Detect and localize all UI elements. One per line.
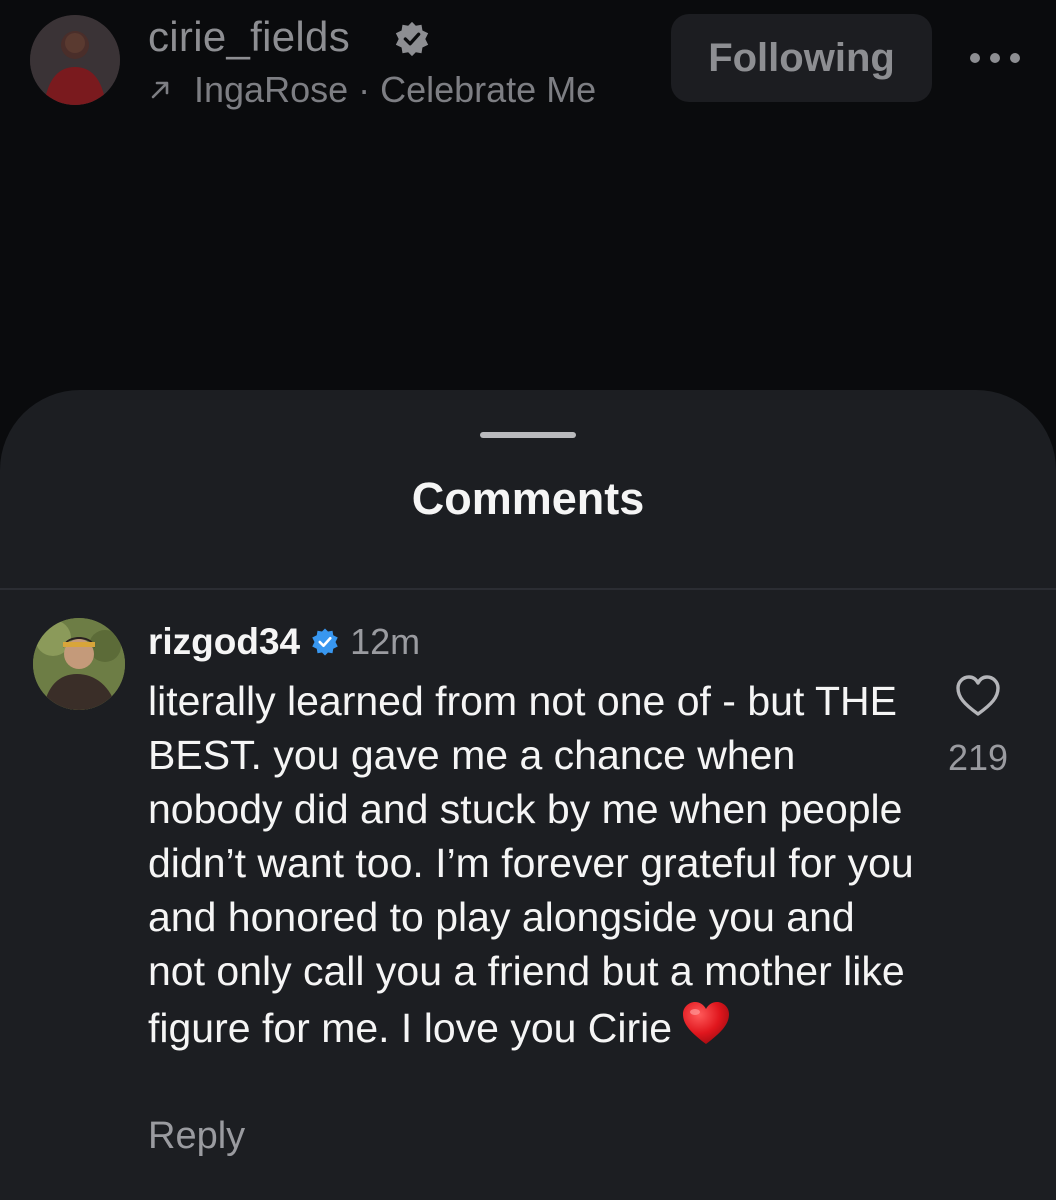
sheet-divider	[0, 588, 1056, 590]
post-audio-text: IngaRose · Celebrate Me	[194, 69, 597, 110]
following-button[interactable]: Following	[671, 14, 932, 102]
post-author-avatar[interactable]	[30, 15, 120, 105]
sheet-grabber-handle[interactable]	[480, 432, 576, 438]
ellipsis-icon[interactable]	[970, 48, 1020, 68]
commenter-avatar[interactable]	[33, 618, 125, 710]
comment-text: literally learned from not one of - but …	[148, 678, 914, 1051]
heart-outline-icon[interactable]	[955, 674, 1001, 718]
post-audio-line[interactable]: IngaRose · Celebrate Me	[148, 68, 596, 112]
commenter-username[interactable]: rizgod34	[148, 621, 300, 663]
post-header: cirie_fields IngaRose · Celebrate Me Fol…	[0, 0, 1056, 130]
post-author-username[interactable]: cirie_fields	[148, 12, 350, 62]
verified-badge-icon	[395, 21, 429, 57]
comment-body: literally learned from not one of - but …	[148, 674, 918, 1055]
red-heart-emoji-icon	[683, 1002, 730, 1044]
verified-badge-icon	[312, 628, 338, 656]
reel-comments-screen: cirie_fields IngaRose · Celebrate Me Fol…	[0, 0, 1056, 1200]
comment-header: rizgod34 12m	[148, 618, 420, 666]
like-count: 219	[947, 737, 1009, 778]
comment-timestamp: 12m	[350, 621, 421, 662]
sheet-title: Comments	[411, 473, 645, 524]
comments-sheet: Comments rizgod34 12m literally learned …	[0, 390, 1056, 1200]
arrow-up-right-icon	[148, 68, 178, 112]
reply-button[interactable]: Reply	[148, 1112, 245, 1160]
